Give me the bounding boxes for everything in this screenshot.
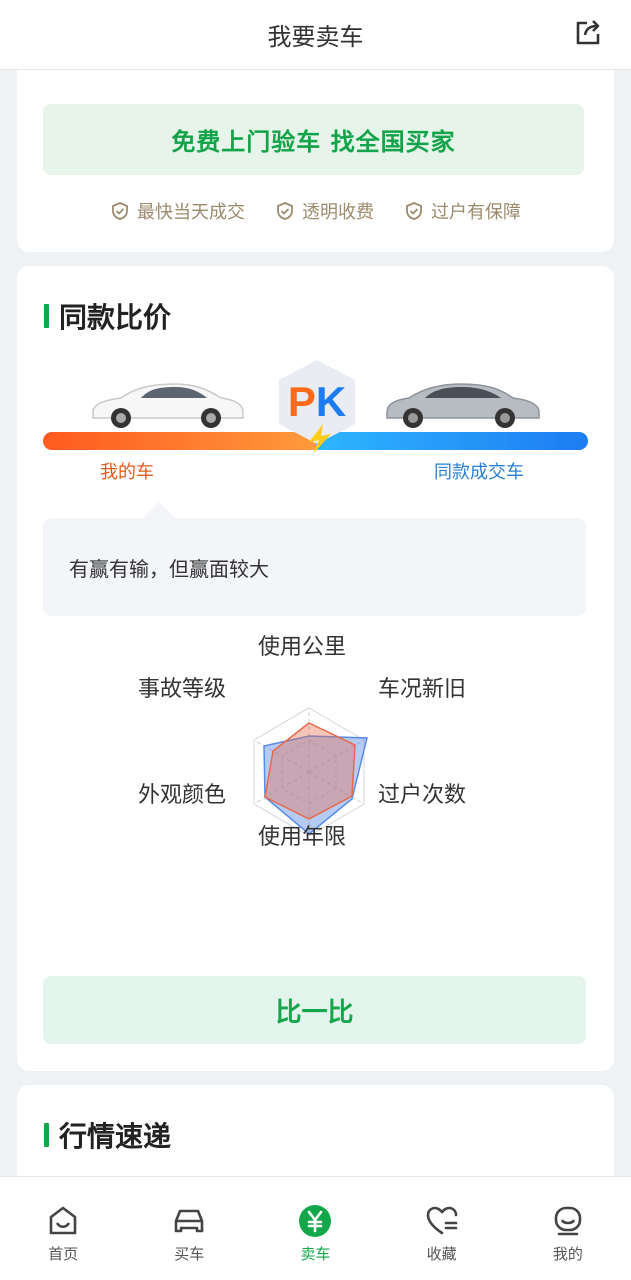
yen-icon xyxy=(299,1205,332,1237)
title-accent-bar xyxy=(44,1123,49,1147)
market-title: 行情速递 xyxy=(59,1120,172,1153)
top-nav-bar: 我要卖车 xyxy=(0,0,631,70)
tab-sell-car[interactable]: 卖车 xyxy=(265,1203,365,1280)
peer-car-image xyxy=(386,383,540,428)
compare-button[interactable]: 比一比 xyxy=(43,976,586,1044)
tab-label: 卖车 xyxy=(300,1245,331,1263)
feature-label: 透明收费 xyxy=(302,202,374,223)
shield-check-icon xyxy=(277,202,293,220)
tab-buy-car[interactable]: 买车 xyxy=(139,1203,239,1280)
pk-text: PK xyxy=(288,378,346,425)
title-accent-bar xyxy=(44,304,49,328)
car-icon xyxy=(174,1209,204,1233)
radar-chart: 使用公里 车况新旧 过户次数 使用年限 外观颜色 事故等级 xyxy=(97,635,537,881)
verdict-bubble: 有赢有输，但赢面较大 xyxy=(43,502,586,616)
home-icon xyxy=(49,1206,77,1235)
tab-profile[interactable]: 我的 xyxy=(518,1203,618,1280)
feature-item: 透明收费 xyxy=(275,198,374,224)
radar-axis-label: 使用公里 xyxy=(258,635,347,660)
price-compare-card: 同款比价 PK 我的车 同款成交车 有赢有输，但赢面较大 使用公里 车况新旧 过… xyxy=(17,266,614,1071)
tab-label: 首页 xyxy=(48,1245,79,1263)
tab-home[interactable]: 首页 xyxy=(13,1203,113,1280)
shield-check-icon xyxy=(406,202,422,220)
shield-check-icon xyxy=(112,202,128,220)
profile-icon xyxy=(554,1206,582,1236)
tab-label: 买车 xyxy=(174,1245,205,1263)
tab-favorites[interactable]: 收藏 xyxy=(392,1203,492,1280)
radar-axis-label: 使用年限 xyxy=(258,825,347,850)
peer-car-label: 同款成交车 xyxy=(434,462,524,483)
feature-item: 最快当天成交 xyxy=(110,198,245,224)
radar-axis-label: 事故等级 xyxy=(138,677,227,702)
pk-badge: PK xyxy=(279,360,355,454)
tab-label: 我的 xyxy=(552,1245,583,1263)
feature-label: 过户有保障 xyxy=(431,202,521,223)
heart-icon xyxy=(426,1206,457,1235)
radar-axis-label: 车况新旧 xyxy=(378,677,467,702)
my-car-image xyxy=(92,383,244,428)
section-title: 同款比价 xyxy=(44,296,171,336)
section-title: 行情速递 xyxy=(44,1115,171,1155)
compare-title: 同款比价 xyxy=(59,301,172,334)
pk-visual: PK xyxy=(43,358,588,468)
bottom-tab-bar: 首页 买车 卖车 收藏 我的 xyxy=(0,1176,631,1280)
radar-axis-label: 过户次数 xyxy=(378,783,467,808)
feature-label: 最快当天成交 xyxy=(137,202,245,223)
feature-list: 最快当天成交 透明收费 过户有保障 xyxy=(17,198,614,224)
my-car-label: 我的车 xyxy=(100,462,154,483)
feature-item: 过户有保障 xyxy=(404,198,521,224)
radar-axis-label: 外观颜色 xyxy=(138,783,227,808)
page-title: 我要卖车 xyxy=(267,23,364,51)
share-icon[interactable] xyxy=(573,18,603,48)
sell-hero-card: 免费上门验车 找全国买家 最快当天成交 透明收费 过户有保障 xyxy=(17,70,614,252)
tab-label: 收藏 xyxy=(426,1245,457,1263)
verdict-text: 有赢有输，但赢面较大 xyxy=(69,556,269,581)
free-inspection-banner[interactable]: 免费上门验车 找全国买家 xyxy=(43,104,584,175)
